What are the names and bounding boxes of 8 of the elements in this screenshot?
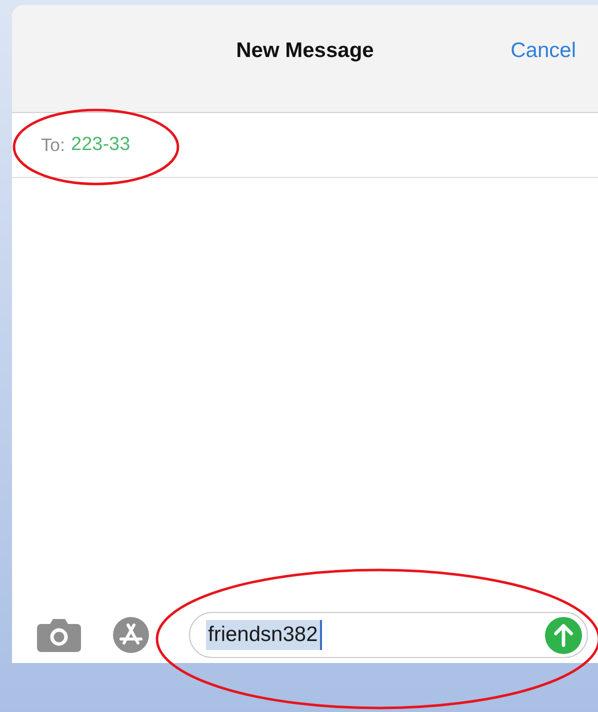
send-button[interactable] [545,616,582,654]
window-title: New Message [236,39,374,63]
camera-icon[interactable] [37,618,81,652]
message-input-field[interactable]: friendsn382 [189,612,588,658]
app-store-icon[interactable] [113,617,149,653]
cancel-button[interactable]: Cancel [510,39,576,63]
to-label: To: [41,134,66,156]
recipient-field[interactable]: 223-33 [71,134,130,156]
